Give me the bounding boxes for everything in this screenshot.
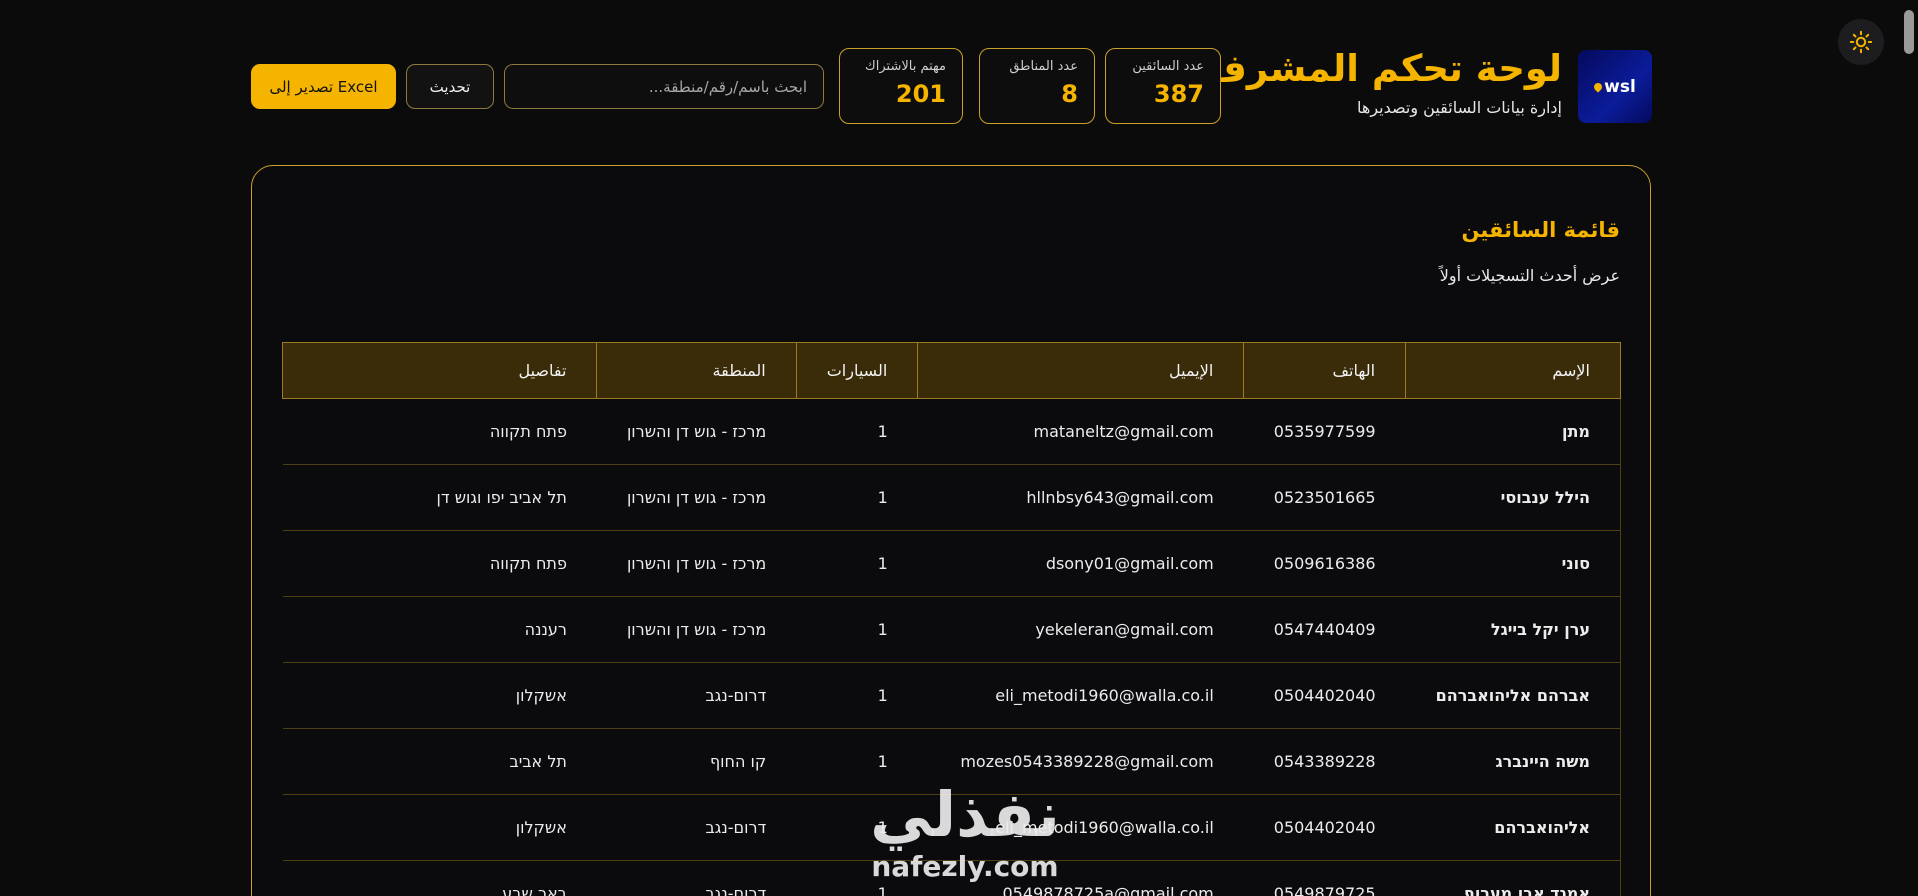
cell-phone: 0504402040 (1243, 662, 1406, 729)
cell-region: מרכז - גוש דן והשרון (596, 530, 797, 597)
logo-text: wsl (1604, 76, 1636, 97)
column-header-phone[interactable]: الهاتف (1243, 342, 1407, 399)
cell-cars: 1 (796, 530, 918, 597)
cell-email: dsony01@gmail.com (917, 530, 1244, 597)
stat-card-interested: مهتم بالاشتراك 201 (839, 48, 963, 124)
cell-cars: 1 (796, 398, 918, 465)
table-row[interactable]: אברהם אליהואברהם 0504402040 eli_metodi19… (282, 662, 1621, 729)
stat-card-drivers: عدد السائقين 387 (1105, 48, 1221, 124)
cell-name: הילל ענבוסי (1405, 464, 1621, 531)
cell-details: אשקלון (282, 794, 597, 861)
cell-email: eli_metodi1960@walla.co.il (917, 662, 1244, 729)
cell-region: דרום-נגב (596, 794, 797, 861)
table-row[interactable]: משה היינברג 0543389228 mozes0543389228@g… (282, 728, 1621, 795)
cell-name: אברהם אליהואברהם (1405, 662, 1621, 729)
page: wsl لوحة تحكم المشرف إدارة بيانات السائق… (0, 0, 1918, 896)
cell-name: סוני (1405, 530, 1621, 597)
cell-details: באר שבע (282, 860, 597, 896)
cell-name: אמגד אבו מערוף (1405, 860, 1621, 896)
column-header-details[interactable]: تفاصيل (281, 342, 598, 399)
cell-region: מרכז - גוש דן והשרון (596, 596, 797, 663)
cell-cars: 1 (796, 662, 918, 729)
cell-email: hllnbsy643@gmail.com (917, 464, 1244, 531)
stat-label: عدد المناطق (1009, 59, 1078, 74)
cell-email: eli_metodi1960@walla.co.il (917, 794, 1244, 861)
cell-name: מתן (1405, 398, 1621, 465)
cell-region: דרום-נגב (596, 662, 797, 729)
cell-name: ערן יקל בייגל (1405, 596, 1621, 663)
cell-details: פתח תקווה (282, 530, 597, 597)
theme-toggle-button[interactable] (1838, 19, 1884, 65)
column-header-cars[interactable]: السيارات (795, 342, 919, 399)
cell-details: רעננה (282, 596, 597, 663)
column-header-region[interactable]: المنطقة (596, 342, 797, 399)
cell-cars: 1 (796, 794, 918, 861)
search-input[interactable] (504, 64, 824, 109)
cell-cars: 1 (796, 860, 918, 896)
cell-name: משה היינברג (1405, 728, 1621, 795)
cell-region: קו החוף (596, 728, 797, 795)
page-subtitle: إدارة بيانات السائقين وتصديرها (1357, 98, 1562, 117)
table-row[interactable]: אמגד אבו מערוף 0549879725 0549878725a@gm… (282, 860, 1621, 896)
stat-value: 387 (1153, 80, 1204, 108)
panel-subtitle: عرض أحدث التسجيلات أولاً (1439, 266, 1620, 285)
cell-email: mataneltz@gmail.com (917, 398, 1244, 465)
scrollbar-thumb[interactable] (1904, 10, 1914, 54)
stat-label: عدد السائقين (1132, 59, 1204, 74)
cell-cars: 1 (796, 596, 918, 663)
stat-value: 201 (895, 80, 946, 108)
header: wsl لوحة تحكم المشرف إدارة بيانات السائق… (250, 0, 1652, 150)
table-row[interactable]: הילל ענבוסי 0523501665 hllnbsy643@gmail.… (282, 464, 1621, 531)
column-header-email[interactable]: الإيميل (917, 342, 1245, 399)
cell-region: מרכז - גוש דן והשרון (596, 464, 797, 531)
cell-phone: 0547440409 (1243, 596, 1406, 663)
panel-title: قائمة السائقين (1461, 218, 1620, 242)
scrollbar[interactable] (1900, 0, 1918, 896)
table-row[interactable]: מתן 0535977599 mataneltz@gmail.com 1 מרכ… (282, 398, 1621, 465)
sun-icon (1849, 30, 1873, 54)
cell-region: מרכז - גוש דן והשרון (596, 398, 797, 465)
cell-details: אשקלון (282, 662, 597, 729)
drivers-panel: قائمة السائقين عرض أحدث التسجيلات أولاً … (251, 165, 1651, 896)
cell-phone: 0549879725 (1243, 860, 1406, 896)
cell-details: תל אביב יפו וגוש דן (282, 464, 597, 531)
cell-phone: 0535977599 (1243, 398, 1406, 465)
cell-phone: 0543389228 (1243, 728, 1406, 795)
stat-card-regions: عدد المناطق 8 (979, 48, 1095, 124)
cell-cars: 1 (796, 728, 918, 795)
cell-phone: 0523501665 (1243, 464, 1406, 531)
cell-phone: 0509616386 (1243, 530, 1406, 597)
cell-cars: 1 (796, 464, 918, 531)
title-block: لوحة تحكم المشرف إدارة بيانات السائقين و… (1204, 44, 1562, 117)
logo: wsl (1578, 50, 1652, 123)
table-header-row: الإسم الهاتف الإيميل السيارات المنطقة تف… (281, 342, 1621, 399)
stat-value: 8 (1061, 80, 1078, 108)
export-excel-button[interactable]: تصدير إلى Excel (251, 64, 396, 109)
cell-email: yekeleran@gmail.com (917, 596, 1244, 663)
cell-region: דרום-נגב (596, 860, 797, 896)
cell-details: תל אביב (282, 728, 597, 795)
location-pin-icon (1592, 80, 1604, 93)
cell-name: אליהואברהם (1405, 794, 1621, 861)
cell-email: mozes0543389228@gmail.com (917, 728, 1244, 795)
drivers-table: الإسم الهاتف الإيميل السيارات المنطقة تف… (281, 342, 1621, 896)
page-title: لوحة تحكم المشرف (1203, 47, 1562, 90)
table-row[interactable]: אליהואברהם 0504402040 eli_metodi1960@wal… (282, 794, 1621, 861)
cell-email: 0549878725a@gmail.com (917, 860, 1244, 896)
column-header-name[interactable]: الإسم (1405, 342, 1621, 399)
table-row[interactable]: ערן יקל בייגל 0547440409 yekeleran@gmail… (282, 596, 1621, 663)
table-row[interactable]: סוני 0509616386 dsony01@gmail.com 1 מרכז… (282, 530, 1621, 597)
stat-label: مهتم بالاشتراك (865, 59, 946, 74)
refresh-button[interactable]: تحديث (406, 64, 494, 109)
cell-details: פתח תקווה (282, 398, 597, 465)
cell-phone: 0504402040 (1243, 794, 1406, 861)
